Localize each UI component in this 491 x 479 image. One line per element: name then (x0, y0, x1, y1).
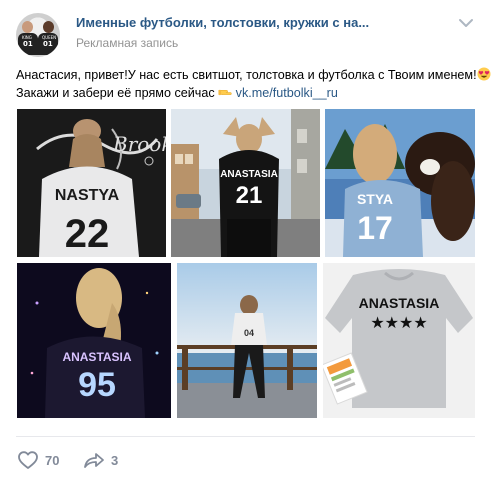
share-button[interactable]: 3 (83, 447, 118, 473)
sponsored-label: Рекламная запись (76, 36, 179, 50)
heart-eyes-emoji-icon (477, 67, 491, 81)
photo1-brand-text: Brooklyn (112, 132, 166, 156)
share-arrow-icon (84, 453, 104, 468)
photo-stya-17[interactable]: STYA 17 (325, 109, 475, 257)
community-avatar[interactable]: KING QUEEN 01 01 (16, 13, 60, 57)
post-text-line2: Закажи и забери её прямо сейчас (16, 86, 215, 100)
photo6-stars: ★★★★ (370, 313, 427, 332)
photo1-number: 22 (65, 212, 110, 256)
photo4-number: 95 (78, 366, 116, 404)
photo4-name: ANASTASIA (62, 350, 131, 364)
heart-icon (18, 451, 38, 469)
photo-anastasia-21[interactable]: ANASTASIA 21 (171, 109, 320, 257)
like-button[interactable]: 70 (17, 447, 59, 473)
community-name-link[interactable]: Именные футболки, толстовки, кружки с на… (76, 15, 369, 30)
advertisement-post: KING QUEEN 01 01 Именные футболки, толст… (0, 0, 491, 479)
photo2-name: ANASTASIA (220, 169, 278, 180)
photo-anastasia-sweatshirt[interactable]: ANASTASIA ★★★★ (323, 263, 475, 418)
chevron-down-icon[interactable] (458, 17, 474, 29)
avatar-person-right (43, 21, 54, 33)
share-count: 3 (111, 452, 119, 468)
post-text-line1: Анастасия, привет!У нас есть свитшот, то… (16, 68, 477, 82)
photo-anastasia-95[interactable]: ANASTASIA 95 (17, 263, 171, 418)
photo-nastya-22[interactable]: Brooklyn NASTYA 22 (17, 109, 166, 257)
photo5-number: 04 (244, 328, 254, 338)
photo3-number: 17 (357, 210, 393, 246)
messenger-link[interactable]: vk.me/futbolki__ru (236, 86, 338, 100)
post-text: Анастасия, привет!У нас есть свитшот, то… (16, 66, 491, 102)
like-count: 70 (45, 452, 60, 468)
photo2-number: 21 (236, 182, 263, 209)
avatar-number-left: 01 (23, 40, 33, 48)
photo6-name: ANASTASIA (359, 295, 440, 311)
pointing-hand-emoji-icon (218, 89, 232, 96)
avatar-person-left (22, 21, 33, 33)
avatar-number-right: 01 (43, 40, 53, 48)
photo-seaside-04[interactable]: 04 (177, 263, 317, 418)
footer-divider (16, 436, 475, 437)
photo3-name: STYA (357, 191, 393, 207)
photo1-name: NASTYA (55, 187, 120, 204)
